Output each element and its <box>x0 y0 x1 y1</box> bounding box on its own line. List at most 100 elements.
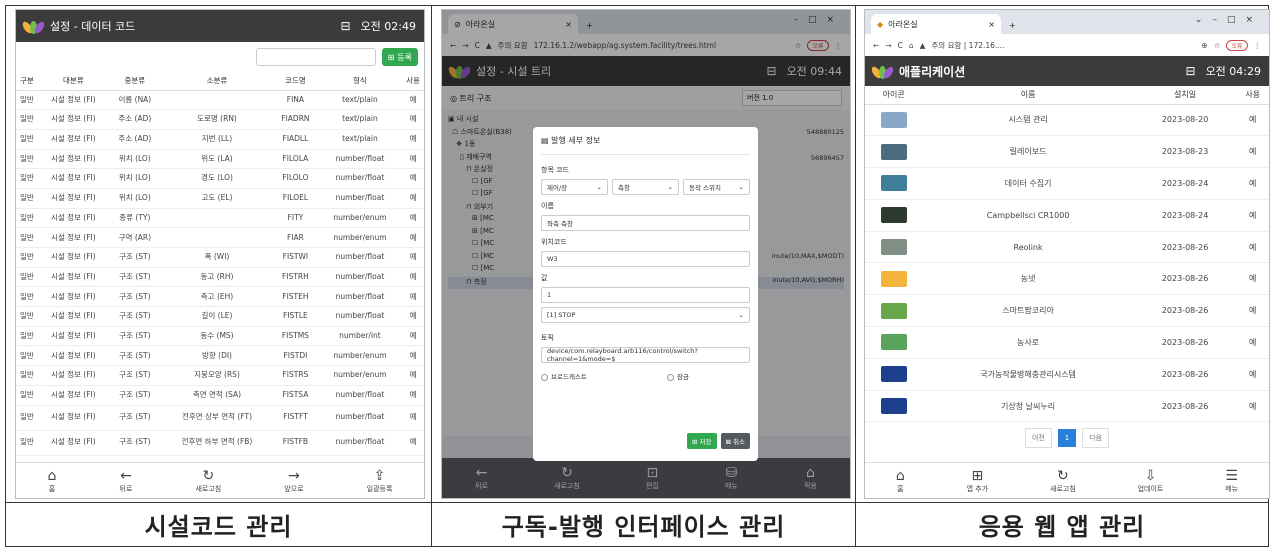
broadcast-checkbox[interactable]: 브로드캐스트 <box>541 371 587 381</box>
table-cell: 시설 정보 (FI) <box>37 90 109 111</box>
app-row[interactable]: 국가농작물병해충관리시스템 2023-08-26 예 <box>865 358 1269 391</box>
table-row[interactable]: 일반 시설 정보 (FI) 주소 (AD) 지번 (LL) FIADLL text/pla… <box>16 129 424 150</box>
topic-field[interactable]: device/com.relayboard.arb116/control/swi… <box>541 347 750 363</box>
cancel-button[interactable]: ⊠ 취소 <box>720 433 750 449</box>
app-row[interactable]: 스마트팜코리아 2023-08-26 예 <box>865 294 1269 328</box>
table-row[interactable]: 일반 시설 정보 (FI) 이름 (NA) FINA text/plain 예 <box>16 90 424 111</box>
table-cell: FISTSA <box>273 385 318 406</box>
page-button[interactable]: 1 <box>1057 429 1077 448</box>
table-cell: number/float <box>317 188 403 209</box>
install-date: 2023-08-26 <box>1133 326 1237 359</box>
next-page-button[interactable]: 다음 <box>1082 428 1110 449</box>
network-icon[interactable]: ⊟ <box>341 19 351 33</box>
zoom-icon[interactable]: ⊕ <box>1201 41 1207 50</box>
more-icon[interactable]: ⋮ <box>1254 41 1262 50</box>
nav-refresh[interactable]: ↻ 새로고침 <box>195 468 221 494</box>
table-row[interactable]: 일반 시설 정보 (FI) 구조 (ST) 측면 면적 (SA) FISTSA numbe… <box>16 385 424 406</box>
nav-menu[interactable]: ☰ 메뉴 <box>1225 468 1238 494</box>
install-date: 2023-08-24 <box>1133 167 1237 200</box>
lock-checkbox[interactable]: 잠금 <box>666 371 689 381</box>
nav-home[interactable]: ⌂ 홈 <box>896 468 905 494</box>
icon-cell <box>865 135 923 169</box>
back-icon[interactable]: ← <box>873 41 879 50</box>
nav-back[interactable]: ← 뒤로 <box>119 468 132 494</box>
column-header: 사용 <box>1236 86 1269 105</box>
save-button[interactable]: ⊞ 저장 <box>687 433 717 449</box>
url-input[interactable]: 주의 요함 | 172.16.... <box>931 40 1195 51</box>
nav-refresh[interactable]: ↻ 새로고침 <box>1050 468 1076 494</box>
table-row[interactable]: 일반 시설 정보 (FI) 구조 (ST) 방향 (DI) FISTDI number/e… <box>16 345 424 367</box>
table-row[interactable]: 일반 시설 정보 (FI) 구조 (ST) 전후면 하부 면적 (FB) FISTFB n… <box>16 430 424 456</box>
app-row[interactable]: 농넷 2023-08-26 예 <box>865 262 1269 296</box>
table-cell: FILOEL <box>273 188 318 209</box>
nav-add-app[interactable]: ⊞ 앱 추가 <box>967 468 989 494</box>
table-cell: 예 <box>402 267 424 288</box>
app-icon <box>880 111 907 128</box>
table-cell: 위치 (LO) <box>108 168 161 189</box>
nav-update[interactable]: ⇩ 업데이트 <box>1138 468 1164 494</box>
table-cell <box>160 227 274 248</box>
subcategory-select[interactable]: 측창 ⌄ <box>612 179 679 195</box>
reload-icon[interactable]: C <box>898 41 903 50</box>
table-row[interactable]: 일반 시설 정보 (FI) 위치 (LO) 위도 (LA) FILOLA number/f… <box>16 149 424 170</box>
search-input[interactable] <box>255 48 376 66</box>
table-row[interactable]: 일반 시설 정보 (FI) 구조 (ST) 동고 (RH) FISTRH number/f… <box>16 267 424 288</box>
forward-icon[interactable]: → <box>885 41 891 50</box>
prev-page-button[interactable]: 이전 <box>1024 428 1052 449</box>
table-row[interactable]: 일반 시설 정보 (FI) 구조 (ST) 전후면 상부 면적 (FT) FISTFT n… <box>16 405 424 431</box>
table-row[interactable]: 일반 시설 정보 (FI) 구역 (AR) FIAR number/enum 예 <box>16 227 424 248</box>
item-select[interactable]: 동작 스위치 ⌄ <box>683 179 750 195</box>
value-select[interactable]: [1] STOP ⌄ <box>541 307 750 323</box>
browser-tab[interactable]: ◆ 아라온실 × <box>871 14 1001 34</box>
app-row[interactable]: Campbellsci CR1000 2023-08-24 예 <box>865 199 1269 232</box>
install-date: 2023-08-26 <box>1133 231 1237 264</box>
browser-tabbar: ◆ 아라온실 × + ⌄–□× <box>865 10 1269 34</box>
name-field[interactable]: 좌측 측창 <box>541 215 750 231</box>
table-row[interactable]: 일반 시설 정보 (FI) 구조 (ST) 측고 (EH) FISTEH number/f… <box>16 286 424 308</box>
table-cell: 동수 (MS) <box>160 326 274 347</box>
position-field[interactable]: W3 <box>541 251 750 267</box>
table-row[interactable]: 일반 시설 정보 (FI) 주소 (AD) 도로명 (RN) FIADRN text/pl… <box>16 109 424 130</box>
new-tab-icon[interactable]: + <box>1009 21 1016 30</box>
facility-code-panel: 설정 - 데이터 코드 ⊟ 오전 02:49 ⊞ 등록 구분 대분류 중분류 소분류 코드… <box>15 9 425 499</box>
table-row[interactable]: 일반 시설 정보 (FI) 구조 (ST) 동수 (MS) FISTMS number/i… <box>16 326 424 347</box>
table-row[interactable]: 일반 시설 정보 (FI) 구조 (ST) 폭 (WI) FISTWI number/fl… <box>16 247 424 268</box>
star-icon[interactable]: ☆ <box>1214 41 1221 50</box>
nav-forward[interactable]: → 앞으로 <box>284 468 303 494</box>
table-row[interactable]: 일반 시설 정보 (FI) 위치 (LO) 경도 (LO) FILOLO number/f… <box>16 168 424 189</box>
table-cell: 시설 정보 (FI) <box>37 405 109 431</box>
table-row[interactable]: 일반 시설 정보 (FI) 구조 (ST) 지붕모양 (RS) FISTRS number… <box>16 365 424 386</box>
home-icon[interactable]: ⌂ <box>909 41 914 50</box>
table-row[interactable]: 일반 시설 정보 (FI) 구조 (ST) 길이 (LE) FISTLE number/f… <box>16 306 424 327</box>
table-cell: 예 <box>402 385 424 406</box>
icon-cell <box>865 104 923 137</box>
publish-interface-panel: ⊘ 아라온실 × + –□× ← → C ▲ 주의 요함 172.16.1.2/… <box>441 9 851 499</box>
column-header: 이름 <box>922 86 1134 105</box>
app-row[interactable]: 시스템 관리 2023-08-20 예 <box>865 104 1269 137</box>
window-controls[interactable]: ⌄–□× <box>1195 15 1263 25</box>
app-row[interactable]: 데이터 수집기 2023-08-24 예 <box>865 167 1269 200</box>
app-row[interactable]: 농사로 2023-08-26 예 <box>865 326 1269 359</box>
field-label: 위치코드 <box>541 238 567 246</box>
app-row[interactable]: 기상청 날씨누리 2023-08-26 예 <box>865 390 1269 423</box>
table-row[interactable]: 일반 시설 정보 (FI) 위치 (LO) 고도 (EL) FILOEL number/f… <box>16 188 424 209</box>
close-icon[interactable]: × <box>988 20 995 29</box>
bottom-nav: ⌂ 홈 ⊞ 앱 추가 ↻ 새로고침 ⇩ 업데이트 ☰ 메뉴 <box>865 462 1269 498</box>
table-cell: text/plain <box>317 109 403 130</box>
app-name: 스마트팜코리아 <box>922 294 1134 328</box>
table-cell: 방향 (DI) <box>160 345 274 367</box>
table-row[interactable]: 일반 시설 정보 (FI) 종류 (TY) FITY number/enum 예 <box>16 208 424 229</box>
value-field[interactable]: 1 <box>541 287 750 303</box>
category-select[interactable]: 제어/장 ⌄ <box>541 179 608 195</box>
network-icon[interactable]: ⊟ <box>1186 64 1196 78</box>
install-date: 2023-08-20 <box>1133 104 1237 137</box>
nav-upload[interactable]: ⇪ 일괄등록 <box>367 468 393 494</box>
table-cell: 길이 (LE) <box>160 306 274 327</box>
register-button[interactable]: ⊞ 등록 <box>381 48 418 66</box>
profile-button[interactable]: 오류 <box>1226 39 1248 51</box>
app-row[interactable]: 릴레이보드 2023-08-23 예 <box>865 135 1269 169</box>
table-cell: 동고 (RH) <box>160 267 274 288</box>
app-row[interactable]: Reolink 2023-08-26 예 <box>865 231 1269 264</box>
table-cell: FIADLL <box>273 129 318 150</box>
nav-home[interactable]: ⌂ 홈 <box>48 468 57 494</box>
